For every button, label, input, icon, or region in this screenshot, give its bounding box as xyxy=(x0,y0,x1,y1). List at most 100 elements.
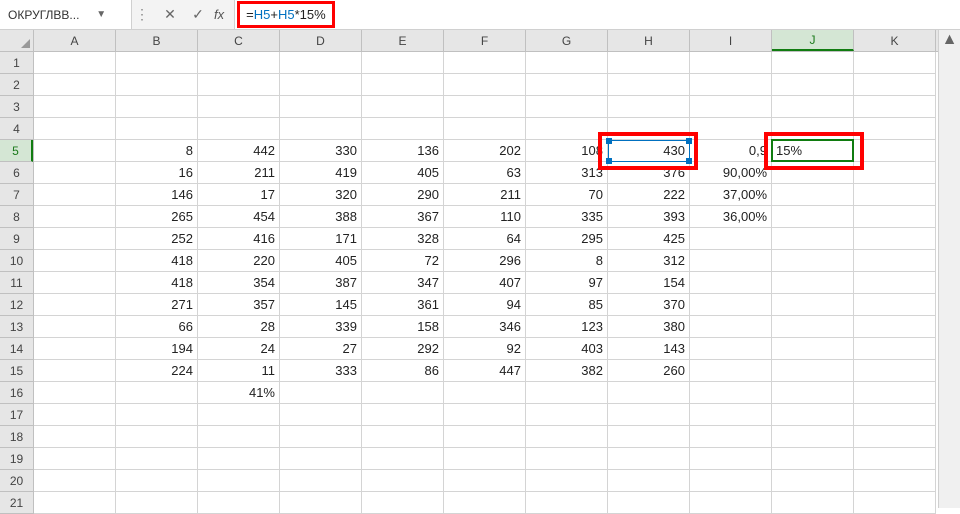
row-header-19[interactable]: 19 xyxy=(0,448,33,470)
cell-B14[interactable]: 194 xyxy=(116,338,198,360)
cell-H18[interactable] xyxy=(608,426,690,448)
cell-G8[interactable]: 335 xyxy=(526,206,608,228)
cell-C6[interactable]: 211 xyxy=(198,162,280,184)
cell-D7[interactable]: 320 xyxy=(280,184,362,206)
cell-G13[interactable]: 123 xyxy=(526,316,608,338)
cell-F3[interactable] xyxy=(444,96,526,118)
cell-J18[interactable] xyxy=(772,426,854,448)
cell-E16[interactable] xyxy=(362,382,444,404)
cell-A9[interactable] xyxy=(34,228,116,250)
cell-A10[interactable] xyxy=(34,250,116,272)
cell-J5[interactable]: 15% xyxy=(772,140,854,162)
cell-I18[interactable] xyxy=(690,426,772,448)
cell-B10[interactable]: 418 xyxy=(116,250,198,272)
cell-G17[interactable] xyxy=(526,404,608,426)
cell-A12[interactable] xyxy=(34,294,116,316)
cancel-icon[interactable]: ✕ xyxy=(156,1,184,29)
cell-F14[interactable]: 92 xyxy=(444,338,526,360)
cell-E14[interactable]: 292 xyxy=(362,338,444,360)
cell-E5[interactable]: 136 xyxy=(362,140,444,162)
row-header-7[interactable]: 7 xyxy=(0,184,33,206)
cell-F13[interactable]: 346 xyxy=(444,316,526,338)
column-header-i[interactable]: I xyxy=(690,30,772,51)
cell-K11[interactable] xyxy=(854,272,936,294)
cell-I1[interactable] xyxy=(690,52,772,74)
cell-C8[interactable]: 454 xyxy=(198,206,280,228)
cell-G4[interactable] xyxy=(526,118,608,140)
cell-B17[interactable] xyxy=(116,404,198,426)
cell-A13[interactable] xyxy=(34,316,116,338)
cell-C21[interactable] xyxy=(198,492,280,514)
column-header-g[interactable]: G xyxy=(526,30,608,51)
row-header-1[interactable]: 1 xyxy=(0,52,33,74)
cell-J9[interactable] xyxy=(772,228,854,250)
cell-B2[interactable] xyxy=(116,74,198,96)
cell-E12[interactable]: 361 xyxy=(362,294,444,316)
cell-H5[interactable]: 430 xyxy=(608,140,690,162)
name-box-dropdown-icon[interactable]: ▼ xyxy=(79,9,123,20)
cell-E9[interactable]: 328 xyxy=(362,228,444,250)
cell-C9[interactable]: 416 xyxy=(198,228,280,250)
cell-J20[interactable] xyxy=(772,470,854,492)
row-header-2[interactable]: 2 xyxy=(0,74,33,96)
cell-J3[interactable] xyxy=(772,96,854,118)
cell-D5[interactable]: 330 xyxy=(280,140,362,162)
cell-F21[interactable] xyxy=(444,492,526,514)
cell-G19[interactable] xyxy=(526,448,608,470)
cell-D18[interactable] xyxy=(280,426,362,448)
cell-C17[interactable] xyxy=(198,404,280,426)
cell-E21[interactable] xyxy=(362,492,444,514)
cell-C10[interactable]: 220 xyxy=(198,250,280,272)
cell-K6[interactable] xyxy=(854,162,936,184)
cell-K10[interactable] xyxy=(854,250,936,272)
column-header-d[interactable]: D xyxy=(280,30,362,51)
cell-J7[interactable] xyxy=(772,184,854,206)
cell-K15[interactable] xyxy=(854,360,936,382)
cell-J15[interactable] xyxy=(772,360,854,382)
cells-area[interactable]: 84423301362021084300,915%162114194056331… xyxy=(34,52,938,514)
row-header-9[interactable]: 9 xyxy=(0,228,33,250)
cell-I5[interactable]: 0,9 xyxy=(690,140,772,162)
cell-I11[interactable] xyxy=(690,272,772,294)
cell-I6[interactable]: 90,00% xyxy=(690,162,772,184)
cell-H15[interactable]: 260 xyxy=(608,360,690,382)
cell-G1[interactable] xyxy=(526,52,608,74)
cell-F16[interactable] xyxy=(444,382,526,404)
cell-H1[interactable] xyxy=(608,52,690,74)
row-header-14[interactable]: 14 xyxy=(0,338,33,360)
cell-F1[interactable] xyxy=(444,52,526,74)
cell-G11[interactable]: 97 xyxy=(526,272,608,294)
name-box[interactable]: ОКРУГЛВВ... ▼ xyxy=(0,0,132,29)
cell-A14[interactable] xyxy=(34,338,116,360)
cell-D17[interactable] xyxy=(280,404,362,426)
cell-H4[interactable] xyxy=(608,118,690,140)
cell-F11[interactable]: 407 xyxy=(444,272,526,294)
cell-F18[interactable] xyxy=(444,426,526,448)
cell-A16[interactable] xyxy=(34,382,116,404)
cell-D6[interactable]: 419 xyxy=(280,162,362,184)
cell-A20[interactable] xyxy=(34,470,116,492)
cell-B11[interactable]: 418 xyxy=(116,272,198,294)
cell-F19[interactable] xyxy=(444,448,526,470)
column-header-c[interactable]: C xyxy=(198,30,280,51)
cell-G12[interactable]: 85 xyxy=(526,294,608,316)
cell-B13[interactable]: 66 xyxy=(116,316,198,338)
cell-G9[interactable]: 295 xyxy=(526,228,608,250)
cell-K9[interactable] xyxy=(854,228,936,250)
cell-B19[interactable] xyxy=(116,448,198,470)
cell-D16[interactable] xyxy=(280,382,362,404)
cell-H14[interactable]: 143 xyxy=(608,338,690,360)
cell-J11[interactable] xyxy=(772,272,854,294)
cell-H2[interactable] xyxy=(608,74,690,96)
row-header-5[interactable]: 5 xyxy=(0,140,33,162)
cell-I13[interactable] xyxy=(690,316,772,338)
vertical-scrollbar[interactable]: ▲ xyxy=(938,30,960,508)
cell-J1[interactable] xyxy=(772,52,854,74)
cell-H16[interactable] xyxy=(608,382,690,404)
cell-B8[interactable]: 265 xyxy=(116,206,198,228)
row-header-20[interactable]: 20 xyxy=(0,470,33,492)
cell-E8[interactable]: 367 xyxy=(362,206,444,228)
cell-H8[interactable]: 393 xyxy=(608,206,690,228)
cell-C4[interactable] xyxy=(198,118,280,140)
cell-C2[interactable] xyxy=(198,74,280,96)
